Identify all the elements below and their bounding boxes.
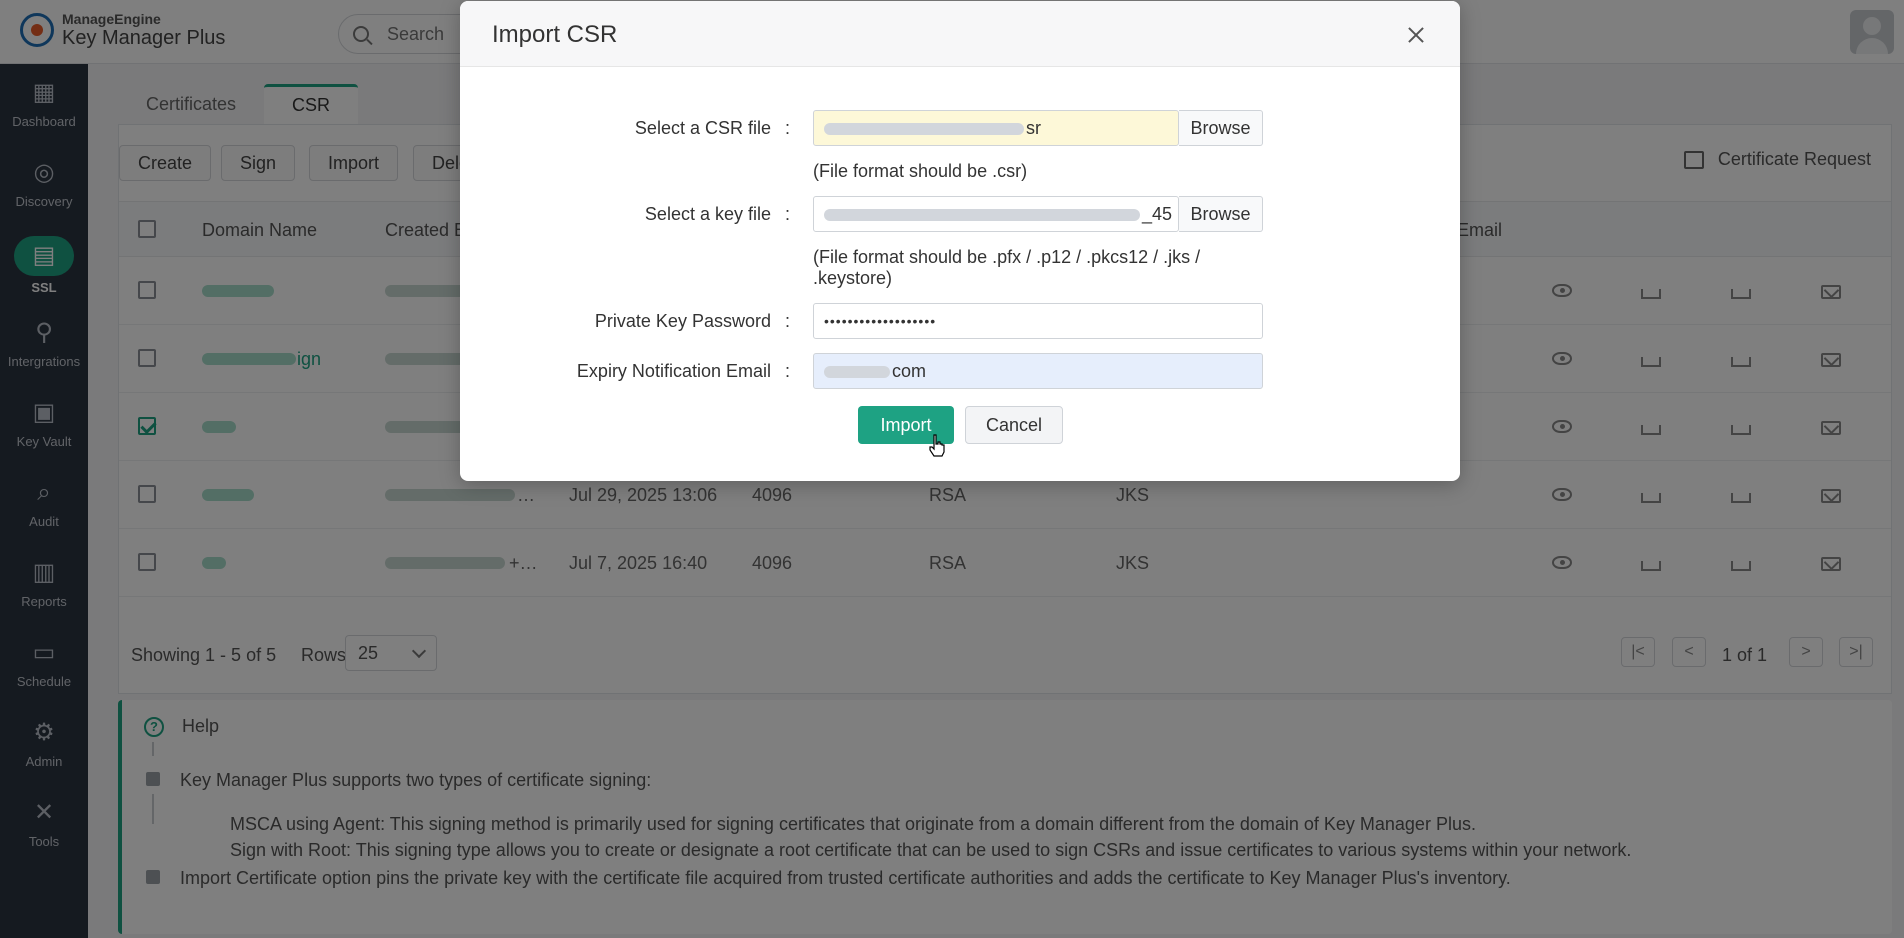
cancel-button[interactable]: Cancel [965,406,1063,444]
csr-browse-button[interactable]: Browse [1179,110,1263,146]
private-key-password-label: Private Key Password: [594,311,790,331]
close-icon[interactable] [1406,25,1426,45]
key-file-redacted [824,209,1140,222]
csr-file-label: Select a CSR file: [634,118,790,138]
csr-file-input[interactable]: sr [813,110,1179,146]
email-redacted [824,366,890,379]
hand-cursor-icon [929,434,945,457]
key-file-input[interactable]: _45 [813,196,1179,232]
dialog-header: Import CSR [460,1,1460,67]
csr-format-hint: (File format should be .csr) [813,161,1028,181]
key-file-label: Select a key file: [644,204,790,224]
expiry-email-label: Expiry Notification Email: [576,361,790,381]
key-browse-button[interactable]: Browse [1179,196,1263,232]
private-key-password-input[interactable]: ••••••••••••••••••• [813,303,1263,339]
import-csr-dialog: Import CSR Select a CSR file: sr Browse … [460,1,1460,481]
expiry-email-input[interactable]: com [813,353,1263,389]
dialog-title: Import CSR [492,21,618,48]
key-format-hint: (File format should be .pfx / .p12 / .pk… [813,247,1201,288]
csr-file-redacted [824,123,1024,136]
